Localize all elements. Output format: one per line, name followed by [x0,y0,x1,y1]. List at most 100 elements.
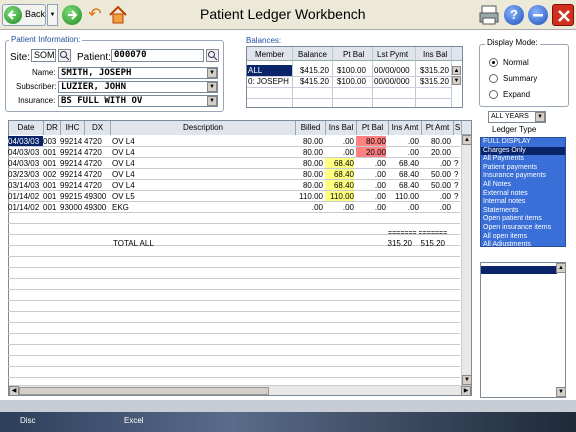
col-ptamt[interactable]: Pt Amt [422,121,454,135]
site-label: Site: [10,52,31,63]
h-scroll-left[interactable]: ◀ [9,386,19,396]
h-scroll-right[interactable]: ▶ [461,386,471,396]
ledger-type-item[interactable]: Internal notes [481,198,565,207]
chevron-down-icon: ▼ [49,12,56,18]
site-input[interactable]: SOM [31,49,56,62]
patient-input[interactable]: 000070 [111,49,204,62]
subscriber-dropdown[interactable]: ▼ [207,82,217,92]
disc-button[interactable]: Disc [20,416,36,425]
ledger-type-item[interactable]: All open items [481,233,565,242]
insurance-dropdown[interactable]: ▼ [207,96,217,106]
subscriber-label: Subscriber: [16,82,57,91]
ledger-type-item[interactable]: All Notes [481,181,565,190]
col-billed[interactable]: Billed [296,121,326,135]
h-scroll-thumb[interactable] [19,387,269,395]
secondary-list[interactable]: ▲ ▼ [480,262,566,398]
col-dr[interactable]: DR [44,121,61,135]
row-divider [8,267,460,268]
name-field[interactable]: SMITH, JOSEPH [58,67,218,79]
radio-expand-label: Expand [503,90,531,99]
bal-header-member: Member [255,50,285,59]
row-divider [8,377,460,378]
v-scroll-up[interactable]: ▲ [462,135,472,145]
ledger-type-item[interactable]: All Payments [481,155,565,164]
ledger-type-list[interactable]: FULL DISPLAY Charges Only All Payments Pati… [480,137,566,247]
radio-normal-label: Normal [503,58,529,67]
undo-icon[interactable]: ↶ [86,6,104,24]
bal-insbal: $315.20 [420,66,449,75]
col-insbal[interactable]: Ins Bal [326,121,357,135]
col-insamt[interactable]: Ins Amt [389,121,422,135]
row-divider [8,333,460,334]
radio-summary[interactable] [489,74,498,83]
subscriber-field[interactable]: LUZIER, JOHN [58,81,218,93]
bal-scroll-down[interactable]: ▼ [452,76,461,85]
close-icon[interactable] [552,4,574,26]
ledger-type-item[interactable]: Open insurance items [481,224,565,233]
back-dropdown-button[interactable]: ▼ [47,4,58,26]
col-dx[interactable]: DX [85,121,111,135]
patient-label: Patient: [77,52,111,63]
ledger-type-item[interactable]: Statements [481,207,565,216]
excel-button[interactable]: Excel [124,416,144,425]
bal-member: 0: JOSEPH [248,77,289,86]
name-value: SMITH, JOSEPH [61,68,132,78]
col-description[interactable]: Description [111,121,296,135]
sec-scroll-down[interactable]: ▼ [556,387,566,397]
home-icon[interactable] [108,4,128,26]
col-s[interactable]: S [454,121,462,135]
ledger-type-item[interactable]: External notes [481,190,565,199]
col-ihc[interactable]: IHC [61,121,85,135]
col-ptbal[interactable]: Pt Bal [357,121,389,135]
patient-info-label: Patient Information: [9,35,83,44]
name-label: Name: [32,68,56,77]
ledger-type-item[interactable]: Open patient items [481,215,565,224]
patient-value: 000070 [114,50,147,60]
balances-label: Balances: [244,36,284,45]
ledger-type-item[interactable]: Insurance payments [481,172,565,181]
bal-header-ptbal: Pt Bal [343,50,365,59]
row-divider [8,256,460,257]
insurance-field[interactable]: BS FULL WITH OV [58,95,218,107]
sec-scroll-up[interactable]: ▲ [556,263,566,273]
help-icon[interactable]: ? [504,5,524,25]
site-search-icon[interactable] [58,49,71,62]
bal-ptbal: $100.00 [337,77,366,86]
ledger-type-item[interactable]: All Adjustments [481,241,565,246]
display-mode-label: Display Mode: [485,38,540,47]
bal-row-joseph[interactable]: 0: JOSEPH $415.20 $100.00 00/00/000 $315… [247,76,451,87]
v-scroll-down[interactable]: ▼ [462,375,472,385]
ledger-type-item[interactable]: Charges Only [481,146,565,156]
vertical-scrollbar[interactable]: ▲ ▼ [461,135,472,385]
forward-button[interactable] [62,5,82,25]
site-value: SOM [34,50,55,60]
years-dropdown[interactable]: ▼ [535,112,545,122]
ledger-body: 04/03/03 003 99214 4720 OV L4 80.00.00 80.00.0… [8,136,460,384]
radio-normal[interactable] [489,58,498,67]
horizontal-scrollbar[interactable]: ◀ ▶ [9,385,471,396]
row-divider [8,223,460,224]
row-divider [8,212,460,213]
col-date[interactable]: Date [9,121,44,135]
radio-summary-label: Summary [503,74,538,83]
subscriber-value: LUZIER, JOHN [61,82,127,92]
minimize-icon[interactable] [528,5,548,25]
row-divider [8,366,460,367]
row-divider [8,344,460,345]
bal-row-all[interactable]: ALL $415.20 $100.00 00/00/000 $315.20 [247,65,451,76]
insurance-value: BS FULL WITH OV [61,96,143,106]
bal-scroll-up[interactable]: ▲ [452,66,461,75]
row-divider [8,278,460,279]
print-icon[interactable] [478,4,500,26]
ledger-type-item[interactable]: FULL DISPLAY [481,138,565,147]
back-button[interactable]: Back [2,4,46,26]
radio-expand[interactable] [489,90,498,99]
ledger-type-item[interactable]: Patient payments [481,164,565,173]
name-dropdown[interactable]: ▼ [207,68,217,78]
bal-insbal: $315.20 [420,77,449,86]
status-strip [0,400,576,412]
back-arrow-icon [4,6,22,24]
patient-search-icon[interactable] [206,49,219,62]
total-pt: 515.20 [420,239,445,248]
bal-ptbal: $100.00 [337,66,366,75]
